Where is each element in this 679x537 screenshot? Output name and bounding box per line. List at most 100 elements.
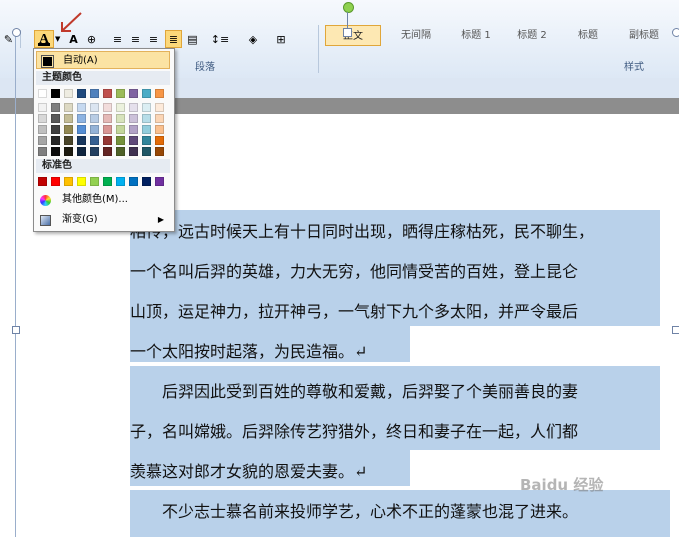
doc-line-4[interactable]: 一个太阳按时起落，为民造福。↵ <box>130 342 367 362</box>
theme-shade-swatch[interactable] <box>64 114 73 123</box>
theme-shade-swatch[interactable] <box>90 125 99 134</box>
theme-shade-swatch[interactable] <box>38 125 47 134</box>
auto-color-item[interactable]: 自动(A) <box>36 51 170 69</box>
standard-color-swatch[interactable] <box>38 177 47 186</box>
enclose-char-button[interactable]: ⊕ <box>83 30 100 48</box>
theme-color-swatch[interactable] <box>103 89 112 98</box>
theme-shade-swatch[interactable] <box>77 136 86 145</box>
theme-shade-swatch[interactable] <box>51 114 60 123</box>
line-spacing-button[interactable]: ↕≡ <box>208 30 232 48</box>
theme-shade-swatch[interactable] <box>90 103 99 112</box>
theme-color-swatch[interactable] <box>38 89 47 98</box>
standard-color-swatch[interactable] <box>64 177 73 186</box>
resize-handle[interactable] <box>12 28 21 37</box>
standard-color-swatch[interactable] <box>51 177 60 186</box>
theme-shade-swatch[interactable] <box>142 147 151 156</box>
theme-shade-swatch[interactable] <box>103 114 112 123</box>
theme-shade-swatch[interactable] <box>155 136 164 145</box>
theme-shade-swatch[interactable] <box>129 114 138 123</box>
resize-handle[interactable] <box>343 28 352 37</box>
standard-color-swatch[interactable] <box>155 177 164 186</box>
theme-shade-swatch[interactable] <box>103 125 112 134</box>
style-subtitle[interactable]: 副标题 <box>616 25 672 46</box>
align-right-icon[interactable]: ≡ <box>145 30 162 48</box>
theme-shade-swatch[interactable] <box>155 125 164 134</box>
theme-shade-swatch[interactable] <box>155 114 164 123</box>
theme-shade-swatch[interactable] <box>38 103 47 112</box>
standard-color-swatch[interactable] <box>103 177 112 186</box>
theme-shade-swatch[interactable] <box>90 147 99 156</box>
theme-shade-swatch[interactable] <box>142 125 151 134</box>
rotate-handle[interactable] <box>343 2 354 13</box>
standard-color-swatch[interactable] <box>129 177 138 186</box>
theme-shade-swatch[interactable] <box>64 125 73 134</box>
theme-color-swatch[interactable] <box>64 89 73 98</box>
theme-color-swatch[interactable] <box>51 89 60 98</box>
theme-color-swatch[interactable] <box>155 89 164 98</box>
standard-color-swatch[interactable] <box>116 177 125 186</box>
style-heading-1[interactable]: 标题 1 <box>448 25 504 46</box>
style-no-spacing[interactable]: 无间隔 <box>384 25 448 46</box>
theme-shade-swatch[interactable] <box>129 136 138 145</box>
font-color-button[interactable]: A <box>34 30 54 48</box>
theme-shade-swatch[interactable] <box>51 103 60 112</box>
theme-shade-swatch[interactable] <box>142 103 151 112</box>
theme-shade-swatch[interactable] <box>103 136 112 145</box>
doc-line-3[interactable]: 山顶，运足神力，拉开神弓，一气射下九个多太阳，并严令最后 <box>130 302 578 322</box>
doc-line-8[interactable]: 不少志士慕名前来投师学艺，心术不正的蓬蒙也混了进来。 <box>130 502 578 522</box>
theme-shade-swatch[interactable] <box>103 147 112 156</box>
theme-shade-swatch[interactable] <box>51 125 60 134</box>
theme-shade-swatch[interactable] <box>155 103 164 112</box>
theme-shade-swatch[interactable] <box>51 147 60 156</box>
gradient-item[interactable]: 渐变(G) ▶ <box>36 211 170 229</box>
standard-color-swatch[interactable] <box>142 177 151 186</box>
theme-shade-swatch[interactable] <box>90 136 99 145</box>
theme-shade-swatch[interactable] <box>64 147 73 156</box>
theme-shade-swatch[interactable] <box>103 103 112 112</box>
standard-color-swatch[interactable] <box>77 177 86 186</box>
doc-line-1[interactable]: 相传，远古时候天上有十日同时出现，晒得庄稼枯死，民不聊生， <box>130 222 594 242</box>
theme-shade-swatch[interactable] <box>116 147 125 156</box>
more-colors-item[interactable]: 其他颜色(M)... <box>36 191 170 209</box>
theme-color-swatch[interactable] <box>90 89 99 98</box>
align-left-icon[interactable]: ≡ <box>109 30 126 48</box>
distributed-align-icon[interactable]: ▤ <box>184 30 201 48</box>
theme-shade-swatch[interactable] <box>116 125 125 134</box>
theme-shade-swatch[interactable] <box>77 147 86 156</box>
theme-shade-swatch[interactable] <box>142 136 151 145</box>
align-center-icon[interactable]: ≡ <box>127 30 144 48</box>
theme-shade-swatch[interactable] <box>77 125 86 134</box>
resize-handle[interactable] <box>672 28 679 37</box>
style-title[interactable]: 标题 <box>560 25 616 46</box>
doc-line-6[interactable]: 子，名叫嫦娥。后羿除传艺狩猎外，终日和妻子在一起，人们都 <box>130 422 578 442</box>
theme-shade-swatch[interactable] <box>38 114 47 123</box>
justify-button[interactable]: ≣ <box>165 30 182 48</box>
theme-shade-swatch[interactable] <box>155 147 164 156</box>
theme-color-swatch[interactable] <box>77 89 86 98</box>
theme-shade-swatch[interactable] <box>77 103 86 112</box>
theme-shade-swatch[interactable] <box>142 114 151 123</box>
theme-shade-swatch[interactable] <box>129 125 138 134</box>
theme-color-swatch[interactable] <box>142 89 151 98</box>
doc-line-2[interactable]: 一个名叫后羿的英雄，力大无穷，他同情受苦的百姓，登上昆仑 <box>130 262 578 282</box>
theme-shade-swatch[interactable] <box>129 147 138 156</box>
theme-shade-swatch[interactable] <box>64 136 73 145</box>
theme-shade-swatch[interactable] <box>116 114 125 123</box>
theme-shade-swatch[interactable] <box>116 136 125 145</box>
theme-shade-swatch[interactable] <box>51 136 60 145</box>
shading-button[interactable]: ◈ <box>242 30 264 48</box>
theme-shade-swatch[interactable] <box>38 147 47 156</box>
theme-color-swatch[interactable] <box>116 89 125 98</box>
doc-line-5[interactable]: 后羿因此受到百姓的尊敬和爱戴，后羿娶了个美丽善良的妻 <box>130 382 578 402</box>
theme-shade-swatch[interactable] <box>64 103 73 112</box>
theme-shade-swatch[interactable] <box>129 103 138 112</box>
theme-shade-swatch[interactable] <box>90 114 99 123</box>
theme-color-swatch[interactable] <box>129 89 138 98</box>
doc-line-7[interactable]: 羡慕这对郎才女貌的恩爱夫妻。↵ <box>130 462 367 482</box>
theme-shade-swatch[interactable] <box>116 103 125 112</box>
resize-handle[interactable] <box>12 326 20 334</box>
borders-button[interactable]: ⊞ <box>270 30 292 48</box>
theme-shade-swatch[interactable] <box>77 114 86 123</box>
theme-shade-swatch[interactable] <box>38 136 47 145</box>
style-normal[interactable]: 正文 <box>325 25 381 46</box>
